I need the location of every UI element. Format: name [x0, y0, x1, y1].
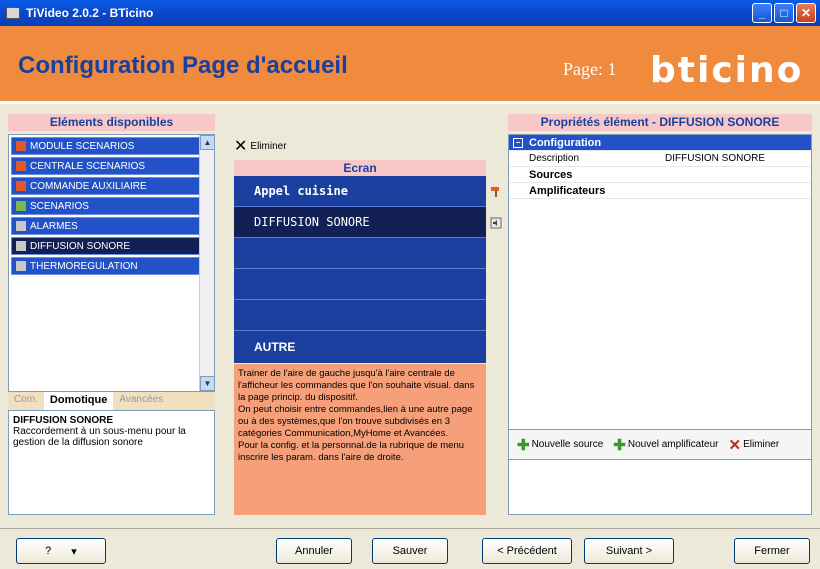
maximize-button[interactable]: □	[774, 3, 794, 23]
properties-footer	[508, 460, 812, 515]
screen-row[interactable]: AUTRE	[234, 331, 486, 362]
screen-title: Ecran	[234, 160, 486, 177]
list-item-selected[interactable]: DIFFUSION SONORE	[11, 237, 212, 255]
list-item[interactable]: COMMANDE AUXILIAIRE	[11, 177, 212, 195]
previous-button[interactable]: < Précédent	[482, 538, 572, 564]
page-indicator: Page: 1	[563, 59, 617, 79]
module-icon	[16, 201, 26, 211]
close-window-button[interactable]: Fermer	[734, 538, 810, 564]
cancel-button[interactable]: Annuler	[276, 538, 352, 564]
hammer-icon	[16, 161, 26, 171]
eliminate-property-button[interactable]: ✕ Eliminer	[728, 436, 779, 454]
properties-grid: − Configuration Description DIFFUSION SO…	[508, 134, 812, 430]
description-title: DIFFUSION SONORE	[13, 415, 114, 426]
scroll-up-icon[interactable]: ▲	[200, 135, 215, 150]
screen-preview: Appel cuisine DIFFUSION SONORE AUTRE	[234, 176, 486, 363]
property-row[interactable]: Description DIFFUSION SONORE	[509, 151, 811, 167]
hammer-icon	[16, 141, 26, 151]
close-button[interactable]: ✕	[796, 3, 816, 23]
description-text: Raccordement à un sous-menu pour la gest…	[13, 426, 186, 448]
tab-avancees[interactable]: Avancées	[113, 392, 169, 410]
title-bar: TiVideo 2.0.2 - BTicino _ □ ✕	[0, 0, 820, 26]
thermo-icon	[16, 261, 26, 271]
save-button[interactable]: Sauver	[372, 538, 448, 564]
plus-icon: ✚	[613, 436, 626, 454]
scrollbar[interactable]: ▲ ▼	[199, 135, 215, 391]
list-item[interactable]: ALARMES	[11, 217, 212, 235]
page-title: Configuration Page d'accueil	[18, 52, 348, 79]
tab-domotique[interactable]: Domotique	[43, 392, 114, 410]
scroll-down-icon[interactable]: ▼	[200, 376, 215, 391]
screen-row[interactable]: Appel cuisine	[234, 176, 486, 207]
element-description: DIFFUSION SONORE Raccordement à un sous-…	[8, 410, 215, 515]
new-source-button[interactable]: ✚ Nouvelle source	[517, 436, 603, 454]
list-item[interactable]: MODULE SCENARIOS	[11, 137, 212, 155]
window-title: TiVideo 2.0.2 - BTicino	[26, 6, 154, 20]
collapse-icon[interactable]: −	[513, 137, 523, 148]
hammer-icon	[491, 187, 499, 197]
screen-row[interactable]	[234, 300, 486, 331]
new-amplifier-button[interactable]: ✚ Nouvel amplificateur	[613, 436, 718, 454]
config-group-row[interactable]: − Configuration	[509, 135, 811, 151]
help-button[interactable]: ? ▾	[16, 538, 106, 564]
plus-icon: ✚	[517, 436, 530, 454]
app-icon	[6, 7, 20, 19]
eliminate-button[interactable]: ✕ Eliminer	[234, 136, 287, 156]
tab-com[interactable]: Com.	[8, 392, 44, 410]
dropdown-arrow-icon: ▾	[71, 545, 77, 558]
property-row[interactable]: Amplificateurs	[509, 183, 811, 199]
screen-row-selected[interactable]: DIFFUSION SONORE	[234, 207, 486, 238]
speaker-icon	[490, 217, 502, 229]
close-icon: ✕	[234, 138, 248, 155]
properties-toolbar: ✚ Nouvelle source ✚ Nouvel amplificateur ✕…	[508, 430, 812, 460]
speaker-icon	[16, 241, 26, 251]
available-elements-title: Eléments disponibles	[8, 114, 215, 131]
hammer-icon	[16, 181, 26, 191]
bticino-logo: bticino	[650, 50, 804, 91]
next-button[interactable]: Suivant >	[584, 538, 674, 564]
list-item[interactable]: CENTRALE SCENARIOS	[11, 157, 212, 175]
list-item[interactable]: THERMOREGULATION	[11, 257, 212, 275]
header-banner: Configuration Page d'accueil Page: 1 bti…	[0, 26, 820, 104]
available-elements-list: MODULE SCENARIOS CENTRALE SCENARIOS COMM…	[8, 134, 215, 392]
property-row[interactable]: Sources	[509, 167, 811, 183]
instructions-text: Trainer de l'aire de gauche jusqu'à l'ai…	[234, 364, 486, 515]
properties-title: Propriétés élément - DIFFUSION SONORE	[508, 114, 812, 131]
screen-row[interactable]	[234, 269, 486, 300]
category-tabs: Com. Domotique Avancées	[8, 392, 215, 410]
list-item[interactable]: SCENARIOS	[11, 197, 212, 215]
alarm-icon	[16, 221, 26, 231]
screen-row[interactable]	[234, 238, 486, 269]
close-icon: ✕	[728, 436, 742, 454]
minimize-button[interactable]: _	[752, 3, 772, 23]
